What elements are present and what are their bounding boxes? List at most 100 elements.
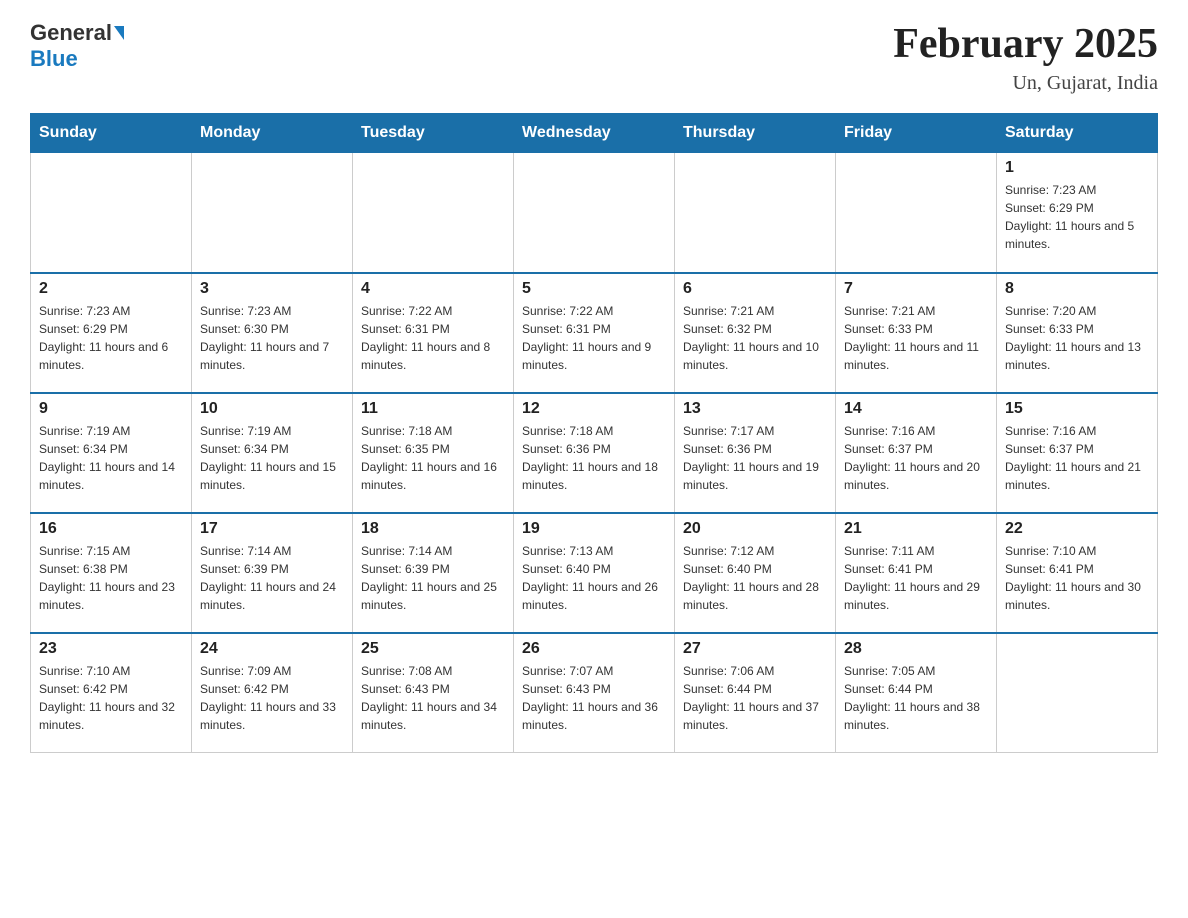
day-info: Sunrise: 7:10 AMSunset: 6:42 PMDaylight:…: [39, 662, 183, 734]
day-number: 18: [361, 520, 505, 538]
calendar-cell: 1Sunrise: 7:23 AMSunset: 6:29 PMDaylight…: [997, 153, 1158, 273]
day-info: Sunrise: 7:21 AMSunset: 6:33 PMDaylight:…: [844, 302, 988, 374]
calendar-cell: 5 Sunrise: 7:22 AMSunset: 6:31 PMDaylight…: [514, 273, 675, 393]
day-number: 24: [200, 640, 344, 658]
day-info: Sunrise: 7:16 AMSunset: 6:37 PMDaylight:…: [844, 422, 988, 494]
calendar-cell: 14 Sunrise: 7:16 AMSunset: 6:37 PMDayligh…: [836, 393, 997, 513]
month-title: February 2025: [893, 20, 1158, 68]
day-info: Sunrise: 7:07 AMSunset: 6:43 PMDaylight:…: [522, 662, 666, 734]
day-info: Sunrise: 7:23 AMSunset: 6:29 PMDaylight:…: [39, 302, 183, 374]
calendar-cell: 18 Sunrise: 7:14 AMSunset: 6:39 PMDayligh…: [353, 513, 514, 633]
day-number: 7: [844, 280, 988, 298]
day-info: Sunrise: 7:14 AMSunset: 6:39 PMDaylight:…: [200, 542, 344, 614]
day-number: 23: [39, 640, 183, 658]
calendar-week-row: 16Sunrise: 7:15 AMSunset: 6:38 PMDayligh…: [31, 513, 1158, 633]
logo-general-text: General: [30, 20, 112, 46]
day-of-week-header: Friday: [836, 114, 997, 153]
day-number: 17: [200, 520, 344, 538]
calendar-cell: 23 Sunrise: 7:10 AMSunset: 6:42 PMDayligh…: [31, 633, 192, 753]
day-number: 27: [683, 640, 827, 658]
day-of-week-header: Monday: [192, 114, 353, 153]
calendar-cell: [836, 153, 997, 273]
day-info: Sunrise: 7:12 AMSunset: 6:40 PMDaylight:…: [683, 542, 827, 614]
logo: General Blue: [30, 20, 124, 72]
calendar-cell: [192, 153, 353, 273]
day-number: 21: [844, 520, 988, 538]
calendar-cell: 4 Sunrise: 7:22 AMSunset: 6:31 PMDaylight…: [353, 273, 514, 393]
day-info: Sunrise: 7:08 AMSunset: 6:43 PMDaylight:…: [361, 662, 505, 734]
calendar-cell: 26 Sunrise: 7:07 AMSunset: 6:43 PMDayligh…: [514, 633, 675, 753]
day-number: 11: [361, 400, 505, 418]
day-number: 6: [683, 280, 827, 298]
calendar-week-row: 2 Sunrise: 7:23 AMSunset: 6:29 PMDaylight…: [31, 273, 1158, 393]
calendar-cell: 21 Sunrise: 7:11 AMSunset: 6:41 PMDayligh…: [836, 513, 997, 633]
day-number: 13: [683, 400, 827, 418]
calendar-cell: 22 Sunrise: 7:10 AMSunset: 6:41 PMDayligh…: [997, 513, 1158, 633]
logo-blue-text: Blue: [30, 46, 78, 72]
calendar-cell: 20 Sunrise: 7:12 AMSunset: 6:40 PMDayligh…: [675, 513, 836, 633]
calendar-cell: 28 Sunrise: 7:05 AMSunset: 6:44 PMDayligh…: [836, 633, 997, 753]
day-number: 10: [200, 400, 344, 418]
logo-arrow-icon: [114, 26, 124, 40]
day-info: Sunrise: 7:10 AMSunset: 6:41 PMDaylight:…: [1005, 542, 1149, 614]
day-number: 20: [683, 520, 827, 538]
calendar-week-row: 23 Sunrise: 7:10 AMSunset: 6:42 PMDayligh…: [31, 633, 1158, 753]
calendar-cell: 8Sunrise: 7:20 AMSunset: 6:33 PMDaylight…: [997, 273, 1158, 393]
calendar-cell: 15Sunrise: 7:16 AMSunset: 6:37 PMDayligh…: [997, 393, 1158, 513]
day-info: Sunrise: 7:19 AMSunset: 6:34 PMDaylight:…: [39, 422, 183, 494]
calendar-cell: [31, 153, 192, 273]
calendar-cell: 11 Sunrise: 7:18 AMSunset: 6:35 PMDayligh…: [353, 393, 514, 513]
day-number: 3: [200, 280, 344, 298]
calendar-cell: [353, 153, 514, 273]
day-number: 26: [522, 640, 666, 658]
day-of-week-header: Saturday: [997, 114, 1158, 153]
calendar-cell: [997, 633, 1158, 753]
day-of-week-header: Tuesday: [353, 114, 514, 153]
day-info: Sunrise: 7:18 AMSunset: 6:36 PMDaylight:…: [522, 422, 666, 494]
day-number: 22: [1005, 520, 1149, 538]
calendar-cell: 12Sunrise: 7:18 AMSunset: 6:36 PMDayligh…: [514, 393, 675, 513]
day-info: Sunrise: 7:15 AMSunset: 6:38 PMDaylight:…: [39, 542, 183, 614]
calendar-cell: 10Sunrise: 7:19 AMSunset: 6:34 PMDayligh…: [192, 393, 353, 513]
day-info: Sunrise: 7:14 AMSunset: 6:39 PMDaylight:…: [361, 542, 505, 614]
day-info: Sunrise: 7:11 AMSunset: 6:41 PMDaylight:…: [844, 542, 988, 614]
day-info: Sunrise: 7:22 AMSunset: 6:31 PMDaylight:…: [522, 302, 666, 374]
day-of-week-header: Thursday: [675, 114, 836, 153]
day-number: 9: [39, 400, 183, 418]
calendar-cell: 16Sunrise: 7:15 AMSunset: 6:38 PMDayligh…: [31, 513, 192, 633]
day-info: Sunrise: 7:09 AMSunset: 6:42 PMDaylight:…: [200, 662, 344, 734]
day-of-week-header: Sunday: [31, 114, 192, 153]
day-number: 14: [844, 400, 988, 418]
day-number: 28: [844, 640, 988, 658]
day-number: 1: [1005, 159, 1149, 177]
day-number: 8: [1005, 280, 1149, 298]
day-number: 25: [361, 640, 505, 658]
calendar-table: SundayMondayTuesdayWednesdayThursdayFrid…: [30, 113, 1158, 753]
calendar-cell: [514, 153, 675, 273]
day-info: Sunrise: 7:22 AMSunset: 6:31 PMDaylight:…: [361, 302, 505, 374]
day-number: 5: [522, 280, 666, 298]
calendar-cell: 24 Sunrise: 7:09 AMSunset: 6:42 PMDayligh…: [192, 633, 353, 753]
day-number: 4: [361, 280, 505, 298]
calendar-cell: 17 Sunrise: 7:14 AMSunset: 6:39 PMDayligh…: [192, 513, 353, 633]
calendar-header-row: SundayMondayTuesdayWednesdayThursdayFrid…: [31, 114, 1158, 153]
calendar-cell: 27 Sunrise: 7:06 AMSunset: 6:44 PMDayligh…: [675, 633, 836, 753]
calendar-week-row: 1Sunrise: 7:23 AMSunset: 6:29 PMDaylight…: [31, 153, 1158, 273]
location-title: Un, Gujarat, India: [893, 72, 1158, 95]
calendar-week-row: 9 Sunrise: 7:19 AMSunset: 6:34 PMDaylight…: [31, 393, 1158, 513]
day-info: Sunrise: 7:06 AMSunset: 6:44 PMDaylight:…: [683, 662, 827, 734]
day-of-week-header: Wednesday: [514, 114, 675, 153]
calendar-cell: 9 Sunrise: 7:19 AMSunset: 6:34 PMDaylight…: [31, 393, 192, 513]
day-info: Sunrise: 7:17 AMSunset: 6:36 PMDaylight:…: [683, 422, 827, 494]
calendar-cell: 6Sunrise: 7:21 AMSunset: 6:32 PMDaylight…: [675, 273, 836, 393]
day-number: 19: [522, 520, 666, 538]
day-info: Sunrise: 7:13 AMSunset: 6:40 PMDaylight:…: [522, 542, 666, 614]
title-section: February 2025 Un, Gujarat, India: [893, 20, 1158, 95]
calendar-cell: 2 Sunrise: 7:23 AMSunset: 6:29 PMDaylight…: [31, 273, 192, 393]
calendar-cell: 25 Sunrise: 7:08 AMSunset: 6:43 PMDayligh…: [353, 633, 514, 753]
day-number: 2: [39, 280, 183, 298]
calendar-cell: 13 Sunrise: 7:17 AMSunset: 6:36 PMDayligh…: [675, 393, 836, 513]
calendar-cell: [675, 153, 836, 273]
day-info: Sunrise: 7:18 AMSunset: 6:35 PMDaylight:…: [361, 422, 505, 494]
day-info: Sunrise: 7:05 AMSunset: 6:44 PMDaylight:…: [844, 662, 988, 734]
